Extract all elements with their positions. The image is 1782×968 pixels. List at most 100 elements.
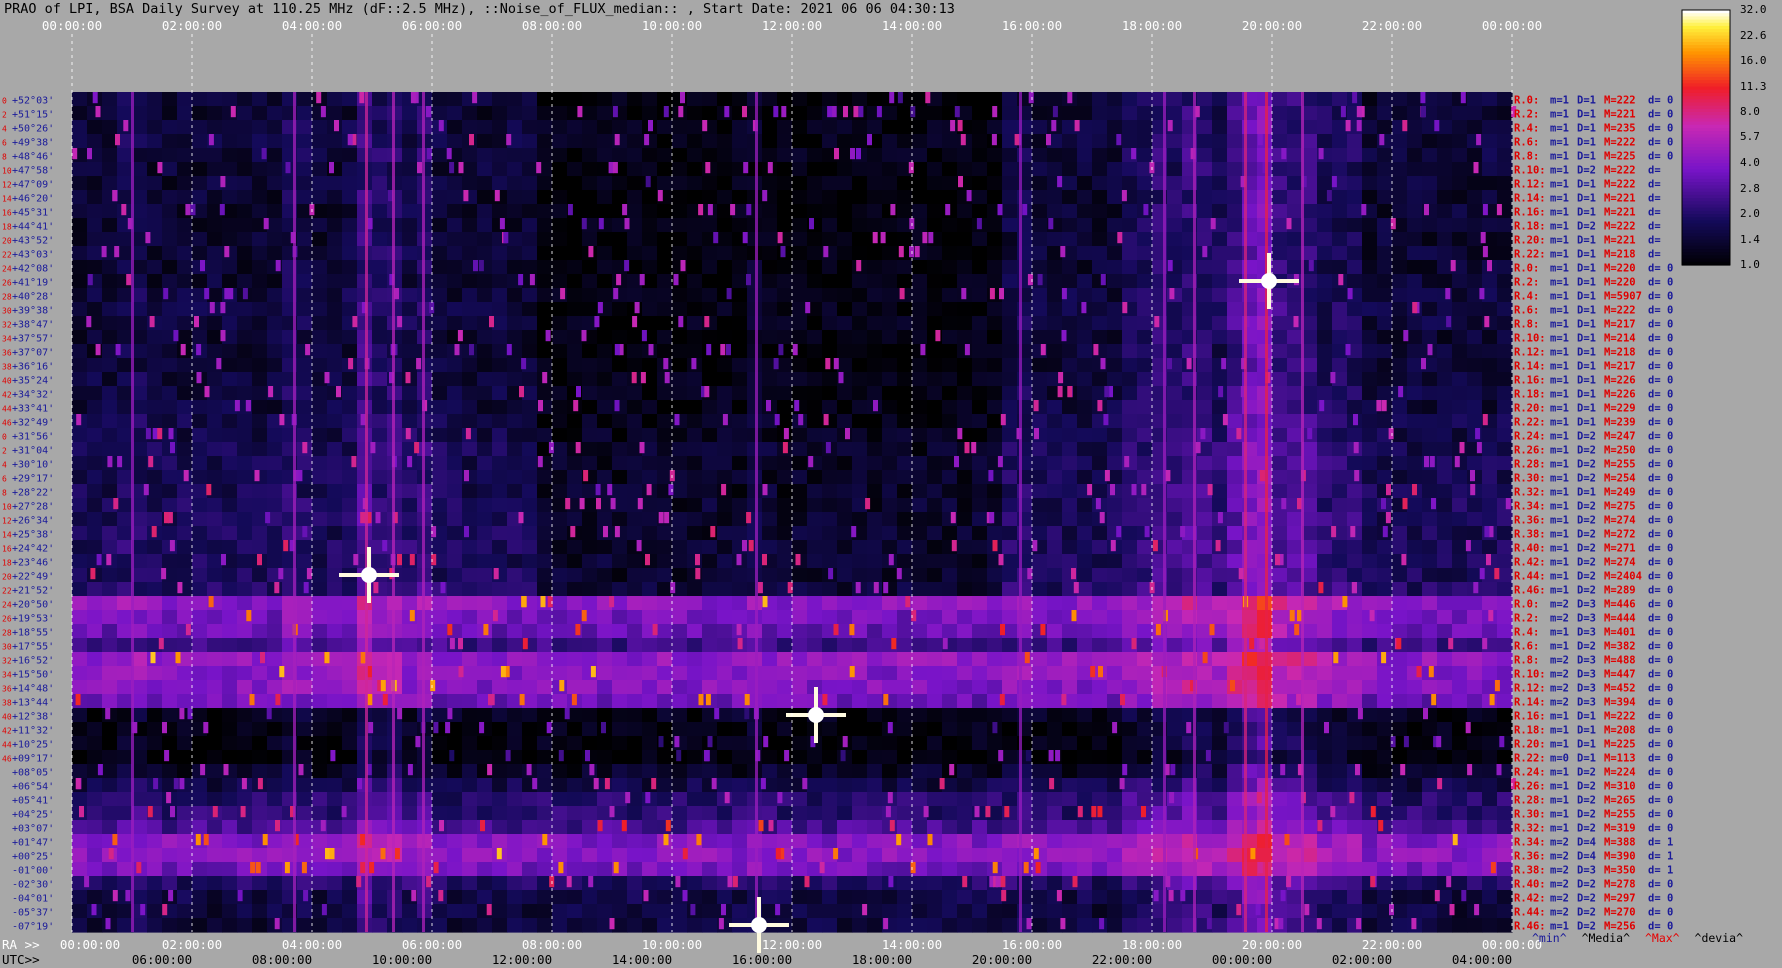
heatmap-cell bbox=[132, 246, 148, 261]
heatmap-cell bbox=[972, 722, 988, 737]
heatmap-cell bbox=[687, 344, 703, 359]
heatmap-cell bbox=[687, 736, 703, 751]
heatmap-cell bbox=[822, 92, 838, 107]
heatmap-cell bbox=[957, 638, 973, 653]
heatmap-cell bbox=[822, 274, 838, 289]
heatmap-cell bbox=[447, 260, 463, 275]
heatmap-cell bbox=[102, 694, 118, 709]
heatmap-cell bbox=[1467, 792, 1483, 807]
heatmap-cell bbox=[807, 344, 823, 359]
heatmap-cell bbox=[1467, 358, 1483, 373]
heatmap-cell bbox=[402, 204, 418, 219]
heatmap-cell bbox=[507, 442, 523, 457]
heatmap-cell bbox=[1032, 372, 1048, 387]
heatmap-cell bbox=[72, 764, 88, 779]
heatmap-cell bbox=[1497, 624, 1513, 639]
heatmap-cell bbox=[1002, 190, 1018, 205]
heatmap-cell bbox=[597, 456, 613, 471]
heatmap-cell bbox=[1002, 554, 1018, 569]
heatmap-cell bbox=[1407, 218, 1423, 233]
heatmap-cell bbox=[1287, 568, 1303, 583]
heatmap-cell bbox=[1002, 372, 1018, 387]
heatmap-cell bbox=[1452, 596, 1468, 611]
heatmap-cell bbox=[252, 274, 268, 289]
heatmap-cell bbox=[1497, 596, 1513, 611]
heatmap-cell bbox=[1452, 764, 1468, 779]
heatmap-cell bbox=[987, 666, 1003, 681]
heatmap-cell bbox=[927, 148, 943, 163]
heatmap-cell bbox=[192, 680, 208, 695]
heatmap-cell bbox=[507, 288, 523, 303]
heatmap-cell bbox=[657, 232, 673, 247]
heatmap-cell bbox=[597, 708, 613, 723]
heatmap-cell bbox=[1467, 372, 1483, 387]
heatmap-cell bbox=[747, 498, 763, 513]
heatmap-cell bbox=[672, 288, 688, 303]
heatmap-cell bbox=[1377, 358, 1393, 373]
heatmap-cell bbox=[462, 120, 478, 135]
heatmap-cell bbox=[1047, 568, 1063, 583]
heatmap-cell bbox=[1347, 330, 1363, 345]
heatmap-cell bbox=[867, 680, 883, 695]
heatmap-cell bbox=[897, 106, 913, 121]
heatmap-cell bbox=[627, 750, 643, 765]
heatmap-cell bbox=[1332, 624, 1348, 639]
heatmap-cell bbox=[1077, 624, 1093, 639]
heatmap-cell bbox=[1257, 120, 1273, 135]
heatmap-cell bbox=[612, 316, 628, 331]
heatmap-cell bbox=[957, 694, 973, 709]
heatmap-cell bbox=[117, 792, 133, 807]
heatmap-cell bbox=[312, 624, 328, 639]
heatmap-cell bbox=[1332, 204, 1348, 219]
heatmap-cell bbox=[777, 92, 793, 107]
heatmap-cell bbox=[1407, 764, 1423, 779]
heatmap-cell bbox=[1062, 778, 1078, 793]
heatmap-cell bbox=[237, 582, 253, 597]
heatmap-cell bbox=[912, 778, 928, 793]
heatmap-cell bbox=[1197, 722, 1213, 737]
heatmap-cell bbox=[1167, 540, 1183, 555]
heatmap-cell bbox=[867, 722, 883, 737]
heatmap-cell bbox=[852, 302, 868, 317]
heatmap-cell bbox=[237, 540, 253, 555]
heatmap-cell bbox=[432, 498, 448, 513]
heatmap-cell bbox=[147, 498, 163, 513]
heatmap-cell bbox=[192, 666, 208, 681]
heatmap-cell bbox=[102, 666, 118, 681]
heatmap-cell bbox=[297, 792, 313, 807]
heatmap-cell bbox=[1437, 148, 1453, 163]
heatmap-cell bbox=[237, 316, 253, 331]
heatmap-cell bbox=[312, 176, 328, 191]
heatmap-cell bbox=[957, 582, 973, 597]
heatmap-cell bbox=[1032, 750, 1048, 765]
heatmap-cell bbox=[522, 288, 538, 303]
heatmap-cell bbox=[1392, 568, 1408, 583]
heatmap-cell bbox=[117, 540, 133, 555]
heatmap-cell bbox=[807, 260, 823, 275]
heatmap-cell bbox=[1407, 680, 1423, 695]
heatmap-cell bbox=[312, 666, 328, 681]
heatmap-cell bbox=[372, 736, 388, 751]
heatmap-cell bbox=[477, 330, 493, 345]
heatmap-cell bbox=[267, 722, 283, 737]
heatmap-cell bbox=[312, 582, 328, 597]
heatmap-cell bbox=[87, 260, 103, 275]
heatmap-cell bbox=[162, 372, 178, 387]
heatmap-cell bbox=[312, 330, 328, 345]
heatmap-cell bbox=[1077, 162, 1093, 177]
heatmap-cell bbox=[1077, 232, 1093, 247]
heatmap-cell bbox=[147, 540, 163, 555]
heatmap-cell bbox=[1497, 512, 1513, 527]
heatmap-cell bbox=[1287, 484, 1303, 499]
heatmap-cell bbox=[552, 806, 568, 821]
heatmap-cell bbox=[1452, 358, 1468, 373]
heatmap-cell bbox=[297, 498, 313, 513]
heatmap-cell bbox=[162, 638, 178, 653]
heatmap-cell bbox=[1197, 582, 1213, 597]
heatmap-cell bbox=[1497, 92, 1513, 107]
heatmap-cell bbox=[102, 414, 118, 429]
heatmap-cell bbox=[1227, 316, 1243, 331]
heatmap-cell bbox=[1137, 232, 1153, 247]
heatmap-cell bbox=[147, 92, 163, 107]
heatmap-cell bbox=[147, 260, 163, 275]
